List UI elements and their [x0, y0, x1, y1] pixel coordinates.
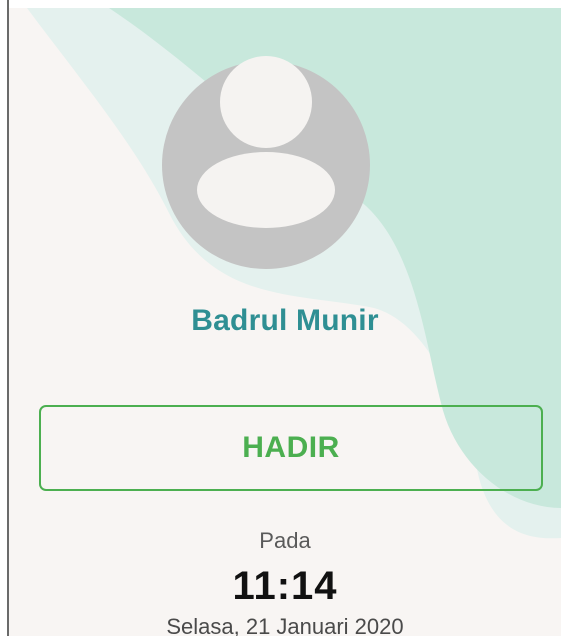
hadir-button[interactable]: HADIR [39, 405, 543, 491]
avatar-icon [162, 56, 370, 269]
user-name: Badrul Munir [191, 304, 379, 337]
avatar-head [220, 56, 312, 148]
attendance-screen: Badrul Munir HADIR Pada 11:14 Selasa, 21… [9, 8, 561, 636]
attendance-time: 11:14 [232, 564, 338, 608]
avatar-body [197, 152, 335, 228]
app-frame: Badrul Munir HADIR Pada 11:14 Selasa, 21… [0, 0, 563, 636]
hadir-button-label: HADIR [242, 431, 340, 464]
attendance-date: Selasa, 21 Januari 2020 [166, 614, 404, 636]
time-prefix-label: Pada [259, 528, 311, 553]
